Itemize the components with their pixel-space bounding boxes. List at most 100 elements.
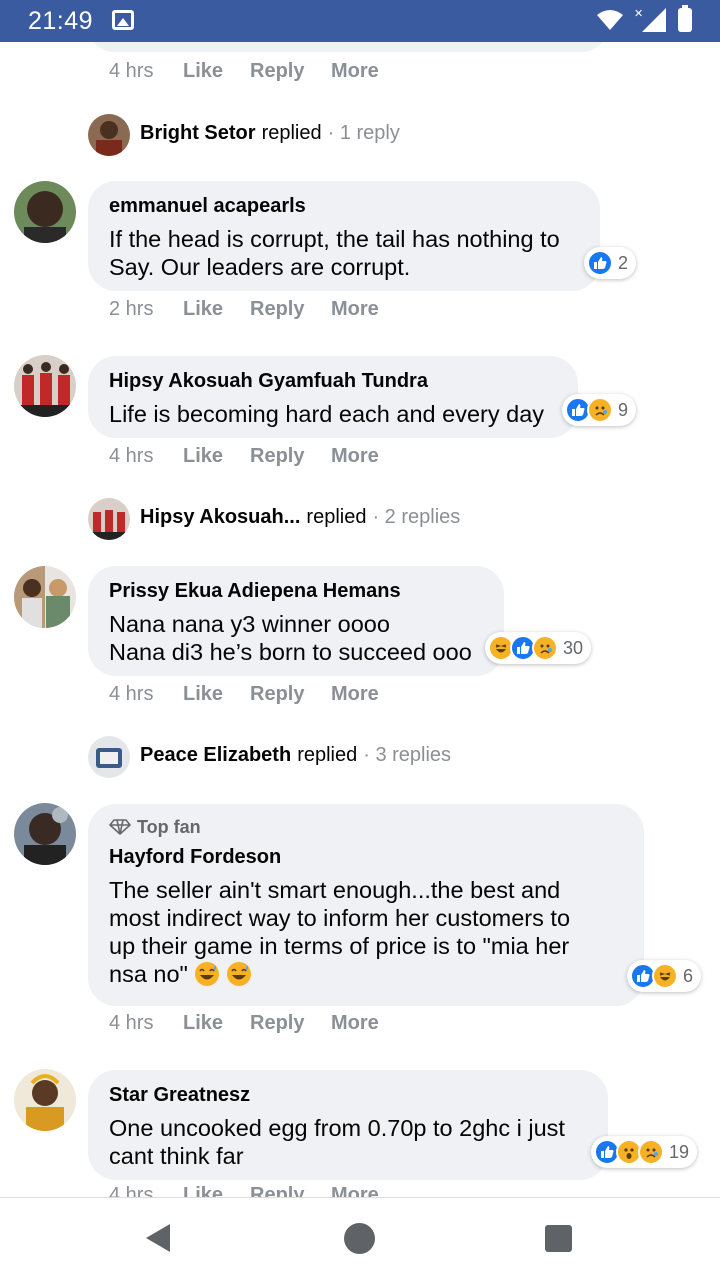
comment-time: 2 hrs: [109, 298, 154, 320]
comment-text: Nana nana y3 winner oooo Nana di3 he’s b…: [109, 610, 483, 666]
comment-line-with-emoji: nsa no": [109, 960, 623, 988]
reaction-summary[interactable]: 9: [562, 394, 637, 426]
top-fan-label: Top fan: [137, 817, 201, 837]
like-link[interactable]: Like: [183, 683, 250, 706]
like-link[interactable]: Like: [183, 1012, 250, 1035]
reply-verb: replied: [261, 122, 322, 144]
comment-line: cant think far: [109, 1143, 244, 1169]
comment-bubble[interactable]: Hipsy Akosuah Gyamfuah Tundra Life is be…: [88, 356, 578, 438]
svg-text:✕: ✕: [634, 7, 643, 20]
comment-text: If the head is corrupt, the tail has not…: [109, 225, 579, 281]
avatar[interactable]: [88, 736, 130, 778]
haha-reaction-icon: [652, 963, 678, 989]
sad-reaction-icon: [587, 397, 613, 423]
comment-text: Life is becoming hard each and every day: [109, 400, 557, 428]
home-icon[interactable]: [344, 1223, 375, 1254]
reply-link[interactable]: Reply: [250, 298, 331, 321]
sweat-smile-emoji-icon: [226, 962, 251, 986]
comment-line: Life is becoming hard each and every day: [109, 401, 545, 427]
more-link[interactable]: More: [331, 445, 379, 468]
wifi-icon: [597, 10, 623, 30]
comment-bubble[interactable]: Prissy Ekua Adiepena Hemans Nana nana y3…: [88, 566, 504, 676]
battery-icon: [678, 5, 692, 32]
status-bar: 21:49 ✕: [0, 0, 720, 42]
more-link[interactable]: More: [331, 1184, 379, 1197]
avatar[interactable]: [14, 355, 76, 417]
comment-actions: 4 hrs Like Reply More: [109, 683, 379, 706]
status-time: 21:49: [28, 7, 94, 35]
comments-feed[interactable]: 4 hrs Like Reply More Bright Setor repli…: [0, 42, 720, 1197]
reaction-count: 9: [618, 399, 629, 420]
comment-time: 4 hrs: [109, 1012, 154, 1034]
avatar[interactable]: [14, 803, 76, 865]
reaction-summary[interactable]: 19: [591, 1136, 698, 1168]
like-link[interactable]: Like: [183, 298, 250, 321]
comment-time: 4 hrs: [109, 1184, 154, 1197]
navigation-bar: [0, 1197, 720, 1280]
more-link[interactable]: More: [331, 1012, 379, 1035]
more-link[interactable]: More: [331, 683, 379, 706]
comment-line: If the head is corrupt, the tail has not…: [109, 226, 560, 252]
reply-count: · 1 reply: [327, 122, 400, 144]
comment-time: 4 hrs: [109, 60, 154, 82]
comment-line: One uncooked egg from 0.70p to 2ghc i ju…: [109, 1115, 565, 1141]
comment-author[interactable]: Hipsy Akosuah Gyamfuah Tundra: [109, 368, 557, 394]
comment-actions: 4 hrs Like Reply More: [109, 1184, 379, 1197]
reaction-count: 19: [669, 1141, 690, 1162]
reply-link[interactable]: Reply: [250, 1184, 331, 1197]
like-link[interactable]: Like: [183, 445, 250, 468]
comment-line: up their game in terms of price is to "m…: [109, 933, 570, 959]
reaction-summary[interactable]: 6: [627, 960, 702, 992]
reply-verb: replied: [297, 744, 358, 766]
comment-author[interactable]: Star Greatnesz: [109, 1082, 587, 1108]
reaction-count: 2: [618, 252, 629, 273]
reply-author: Hipsy Akosuah...: [140, 506, 301, 528]
sweat-smile-emoji-icon: [194, 962, 219, 986]
sad-reaction-icon: [532, 635, 558, 661]
avatar[interactable]: [14, 181, 76, 243]
reply-link[interactable]: Reply: [250, 445, 331, 468]
comment-author[interactable]: Hayford Fordeson: [109, 844, 623, 870]
comment-line: Say. Our leaders are corrupt.: [109, 254, 411, 280]
more-link[interactable]: More: [331, 298, 379, 321]
avatar[interactable]: [88, 498, 130, 540]
comment-actions: 4 hrs Like Reply More: [109, 60, 379, 83]
like-link[interactable]: Like: [183, 1184, 250, 1197]
like-reaction-icon: [587, 250, 613, 276]
reply-summary[interactable]: Peace Elizabeth replied · 3 replies: [140, 744, 451, 767]
comment-bubble[interactable]: Top fan Hayford Fordeson The seller ain'…: [88, 804, 644, 1006]
comment-actions: 2 hrs Like Reply More: [109, 298, 379, 321]
reply-link[interactable]: Reply: [250, 1012, 331, 1035]
more-link[interactable]: More: [331, 60, 379, 83]
signal-icon: ✕: [634, 7, 666, 32]
reaction-count: 30: [563, 637, 584, 658]
reply-count: · 2 replies: [372, 506, 461, 528]
like-link[interactable]: Like: [183, 60, 250, 83]
comment-bubble[interactable]: emmanuel acapearls If the head is corrup…: [88, 181, 600, 291]
reply-link[interactable]: Reply: [250, 60, 331, 83]
image-icon: [112, 10, 134, 30]
comment-text: The seller ain't smart enough...the best…: [109, 876, 623, 988]
reaction-summary[interactable]: 30: [485, 632, 592, 664]
avatar[interactable]: [14, 1069, 76, 1131]
reply-verb: replied: [306, 506, 367, 528]
comment-text: One uncooked egg from 0.70p to 2ghc i ju…: [109, 1114, 587, 1170]
reply-author: Peace Elizabeth: [140, 744, 292, 766]
reply-count: · 3 replies: [363, 744, 452, 766]
comment-line: nsa no": [109, 961, 188, 987]
reply-summary[interactable]: Bright Setor replied · 1 reply: [140, 122, 400, 145]
reaction-count: 6: [683, 965, 694, 986]
comment-author[interactable]: emmanuel acapearls: [109, 193, 579, 219]
recents-icon[interactable]: [545, 1225, 572, 1252]
comment-line: Nana nana y3 winner oooo: [109, 611, 390, 637]
diamond-icon: [109, 819, 131, 835]
reaction-summary[interactable]: 2: [584, 247, 637, 279]
comment-bubble[interactable]: Star Greatnesz One uncooked egg from 0.7…: [88, 1070, 608, 1180]
reply-link[interactable]: Reply: [250, 683, 331, 706]
avatar[interactable]: [88, 114, 130, 156]
avatar[interactable]: [14, 566, 76, 628]
reply-summary[interactable]: Hipsy Akosuah... replied · 2 replies: [140, 506, 460, 529]
comment-author[interactable]: Prissy Ekua Adiepena Hemans: [109, 578, 483, 604]
comment-actions: 4 hrs Like Reply More: [109, 445, 379, 468]
back-icon[interactable]: [146, 1224, 170, 1252]
